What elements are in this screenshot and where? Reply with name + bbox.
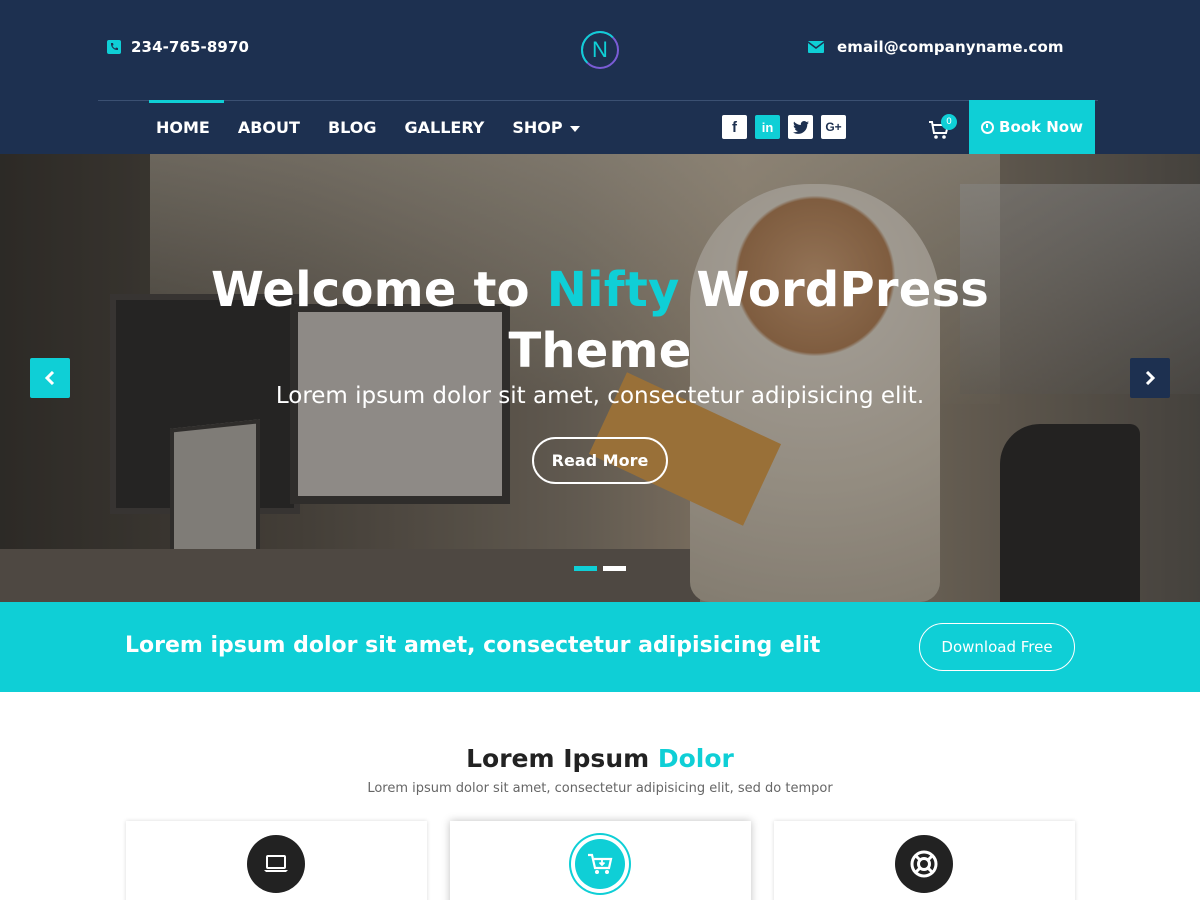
google-plus-glyph: G+ [825,120,842,134]
phone-icon [107,40,121,54]
slider-pagination [574,566,626,571]
nav-item-label: ABOUT [237,117,300,137]
cta-band: Lorem ipsum dolor sit amet, consectetur … [0,602,1200,692]
nav-item-shop[interactable]: SHOP [498,100,593,154]
download-free-button[interactable]: Download Free [919,623,1075,671]
hero-title-start: Welcome to [210,262,547,318]
social-links: f in G+ [722,115,846,139]
nav-item-about[interactable]: ABOUT [224,100,314,154]
google-plus-icon[interactable]: G+ [821,115,846,139]
nav-item-blog[interactable]: BLOG [314,100,391,154]
facebook-glyph: f [732,118,737,136]
life-ring-icon [895,835,953,893]
chevron-right-icon [1145,371,1156,385]
shopping-cart-icon [571,835,629,893]
linkedin-glyph: in [761,119,774,135]
header-phone[interactable]: 234-765-8970 [107,38,249,56]
nav-item-home[interactable]: HOME [142,100,224,154]
site-logo[interactable]: N [581,31,619,69]
hero-subtitle: Lorem ipsum dolor sit amet, consectetur … [275,383,925,409]
logo-letter: N [592,37,608,62]
email-address: email@companyname.com [837,38,1064,56]
nav-item-label: BLOG [327,117,377,137]
feature-card[interactable] [774,821,1075,900]
laptop-icon [247,835,305,893]
book-now-label: Book Now [999,118,1083,136]
section-title: Lorem Ipsum Dolor [0,744,1200,773]
book-now-button[interactable]: Book Now [969,100,1095,154]
slider-next-button[interactable] [1130,358,1170,398]
section-title-start: Lorem Ipsum [466,744,658,773]
slider-dot-2[interactable] [603,566,626,571]
section-title-accent: Dolor [657,744,734,773]
header-email[interactable]: email@companyname.com [808,38,1064,56]
nav-item-label: SHOP [512,117,563,137]
nav-item-label: GALLERY [404,117,485,137]
chevron-left-icon [44,371,55,385]
slider-prev-button[interactable] [30,358,70,398]
main-nav: HOME ABOUT BLOG GALLERY SHOP [142,100,594,154]
nav-item-label: HOME [156,117,210,137]
cart-count-badge: 0 [941,114,957,130]
linkedin-icon[interactable]: in [755,115,780,139]
envelope-icon [808,41,824,53]
hero-slider: Welcome to Nifty WordPress Theme Lorem i… [0,154,1200,602]
feature-card[interactable] [450,821,751,900]
slider-dot-1[interactable] [574,566,597,571]
phone-number: 234-765-8970 [131,38,250,56]
caret-down-icon [569,125,580,132]
hero-title-accent: Nifty [546,262,680,318]
clock-icon [981,120,995,134]
site-header: 234-765-8970 N email@companyname.com HOM… [0,0,1200,154]
section-subtitle: Lorem ipsum dolor sit amet, consectetur … [367,781,833,796]
facebook-icon[interactable]: f [722,115,747,139]
feature-card[interactable] [126,821,427,900]
hero-title: Welcome to Nifty WordPress Theme [200,260,1000,382]
nav-item-gallery[interactable]: GALLERY [391,100,499,154]
cta-text: Lorem ipsum dolor sit amet, consectetur … [125,633,821,658]
read-more-button[interactable]: Read More [532,437,668,484]
twitter-icon[interactable] [788,115,813,139]
